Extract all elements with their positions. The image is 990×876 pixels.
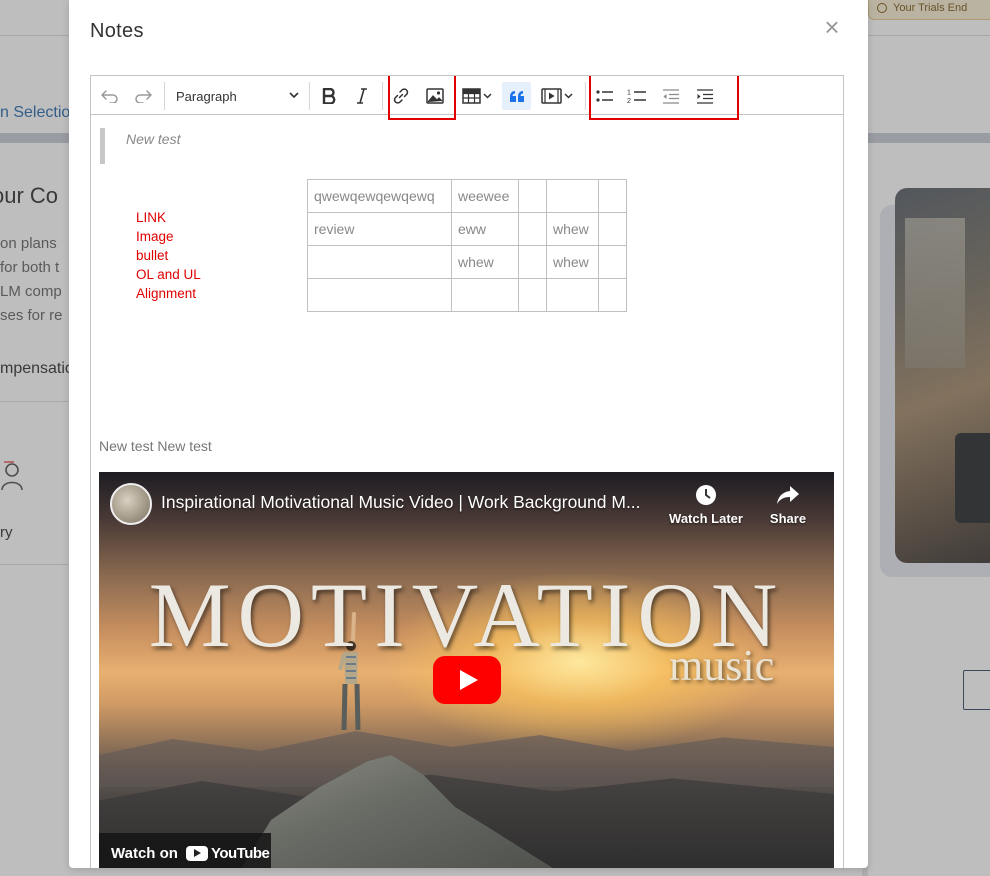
undo-icon	[101, 90, 118, 103]
youtube-logo: YouTube	[185, 844, 270, 862]
table-cell[interactable]	[546, 179, 599, 213]
image-icon	[426, 88, 444, 104]
toolbar-separator	[164, 82, 165, 110]
youtube-embed[interactable]: MOTIVATION music Inspirational Motivatio…	[99, 472, 834, 868]
bold-button[interactable]	[315, 82, 343, 110]
table-cell[interactable]: whew	[546, 245, 599, 279]
table-button[interactable]	[458, 82, 496, 110]
link-icon	[393, 88, 409, 104]
table-row: review eww whew	[307, 212, 627, 246]
media-embed-button[interactable]	[537, 82, 577, 110]
table-cell[interactable]	[518, 278, 547, 312]
table-cell[interactable]	[546, 278, 599, 312]
italic-icon	[357, 88, 367, 104]
outdent-button[interactable]	[657, 82, 685, 110]
share-label: Share	[769, 511, 807, 526]
indent-icon	[697, 88, 713, 104]
share-icon	[777, 486, 799, 504]
bulleted-list-icon	[596, 90, 613, 102]
toolbar-separator	[309, 82, 310, 110]
heading-dropdown-label: Paragraph	[176, 88, 237, 104]
watch-later-label: Watch Later	[669, 511, 743, 526]
share-button[interactable]: Share	[748, 484, 828, 526]
table-row	[307, 278, 627, 312]
notes-modal: Notes × Paragraph 1 2 New test LINK Imag…	[69, 0, 868, 868]
bulleted-list-button[interactable]	[591, 82, 619, 110]
content-table[interactable]: qwewqewqewqewq weewee review eww whew wh…	[307, 179, 627, 312]
annotation-notes: LINK Image bullet OL and UL Alignment	[136, 208, 201, 303]
table-cell[interactable]: qwewqewqewqewq	[307, 179, 452, 213]
annotation-note: Image	[136, 229, 174, 244]
editor-toolbar: Paragraph 1 2	[91, 76, 843, 120]
table-cell[interactable]	[598, 179, 627, 213]
close-button[interactable]: ×	[821, 14, 843, 40]
annotation-note: Alignment	[136, 286, 197, 301]
blockquote-icon	[509, 90, 524, 102]
table-cell[interactable]	[518, 245, 547, 279]
toolbar-separator	[382, 82, 383, 110]
annotation-note: bullet	[136, 248, 169, 263]
blockquote-button[interactable]	[502, 82, 531, 110]
table-cell[interactable]	[518, 212, 547, 246]
svg-text:2: 2	[627, 98, 631, 104]
watch-on-label: Watch on	[111, 844, 178, 862]
indent-button[interactable]	[691, 82, 719, 110]
table-icon	[462, 88, 492, 104]
table-cell[interactable]	[451, 278, 519, 312]
video-overlay-subtitle: music	[669, 641, 775, 690]
toolbar-separator	[585, 82, 586, 110]
table-cell[interactable]	[598, 278, 627, 312]
channel-avatar[interactable]	[110, 483, 152, 525]
table-cell[interactable]: whew	[546, 212, 599, 246]
watch-on-youtube-button[interactable]: Watch on YouTube	[99, 833, 271, 868]
youtube-wordmark: YouTube	[210, 844, 270, 862]
blockquote-text: New test	[126, 131, 181, 147]
rich-text-editor: Paragraph 1 2 New test LINK Image bullet…	[90, 75, 844, 868]
italic-button[interactable]	[348, 82, 376, 110]
link-button[interactable]	[387, 82, 415, 110]
table-cell[interactable]: weewee	[451, 179, 519, 213]
heading-dropdown[interactable]: Paragraph	[173, 82, 299, 110]
annotation-note: LINK	[136, 210, 167, 225]
redo-icon	[135, 90, 152, 103]
annotation-note: OL and UL	[136, 267, 201, 282]
outdent-icon	[663, 88, 679, 104]
video-title[interactable]: Inspirational Motivational Music Video |…	[161, 492, 641, 513]
toolbar-separator	[455, 82, 456, 110]
paragraph-text: New test New test	[99, 438, 212, 454]
watch-later-button[interactable]: Watch Later	[666, 484, 746, 526]
table-cell[interactable]: review	[307, 212, 452, 246]
table-cell[interactable]: eww	[451, 212, 519, 246]
redo-button[interactable]	[129, 82, 157, 110]
chevron-down-icon	[289, 92, 299, 99]
undo-button[interactable]	[96, 82, 124, 110]
image-button[interactable]	[421, 82, 449, 110]
table-cell[interactable]: whew	[451, 245, 519, 279]
table-cell[interactable]	[598, 245, 627, 279]
table-cell[interactable]	[307, 278, 452, 312]
table-row: whew whew	[307, 245, 627, 279]
clock-icon	[696, 485, 716, 505]
numbered-list-button[interactable]: 12	[623, 82, 651, 110]
editor-content[interactable]: New test LINK Image bullet OL and UL Ali…	[91, 115, 843, 868]
svg-text:1: 1	[627, 90, 631, 97]
table-cell[interactable]	[598, 212, 627, 246]
modal-title: Notes	[90, 20, 144, 42]
youtube-play-icon	[185, 845, 208, 861]
table-cell[interactable]	[518, 179, 547, 213]
table-cell[interactable]	[307, 245, 452, 279]
media-icon	[541, 88, 573, 104]
bold-icon	[322, 88, 336, 104]
table-row: qwewqewqewqewq weewee	[307, 179, 627, 213]
play-button[interactable]	[433, 656, 501, 704]
numbered-list-icon: 12	[627, 90, 646, 104]
blockquote-bar	[100, 128, 105, 164]
